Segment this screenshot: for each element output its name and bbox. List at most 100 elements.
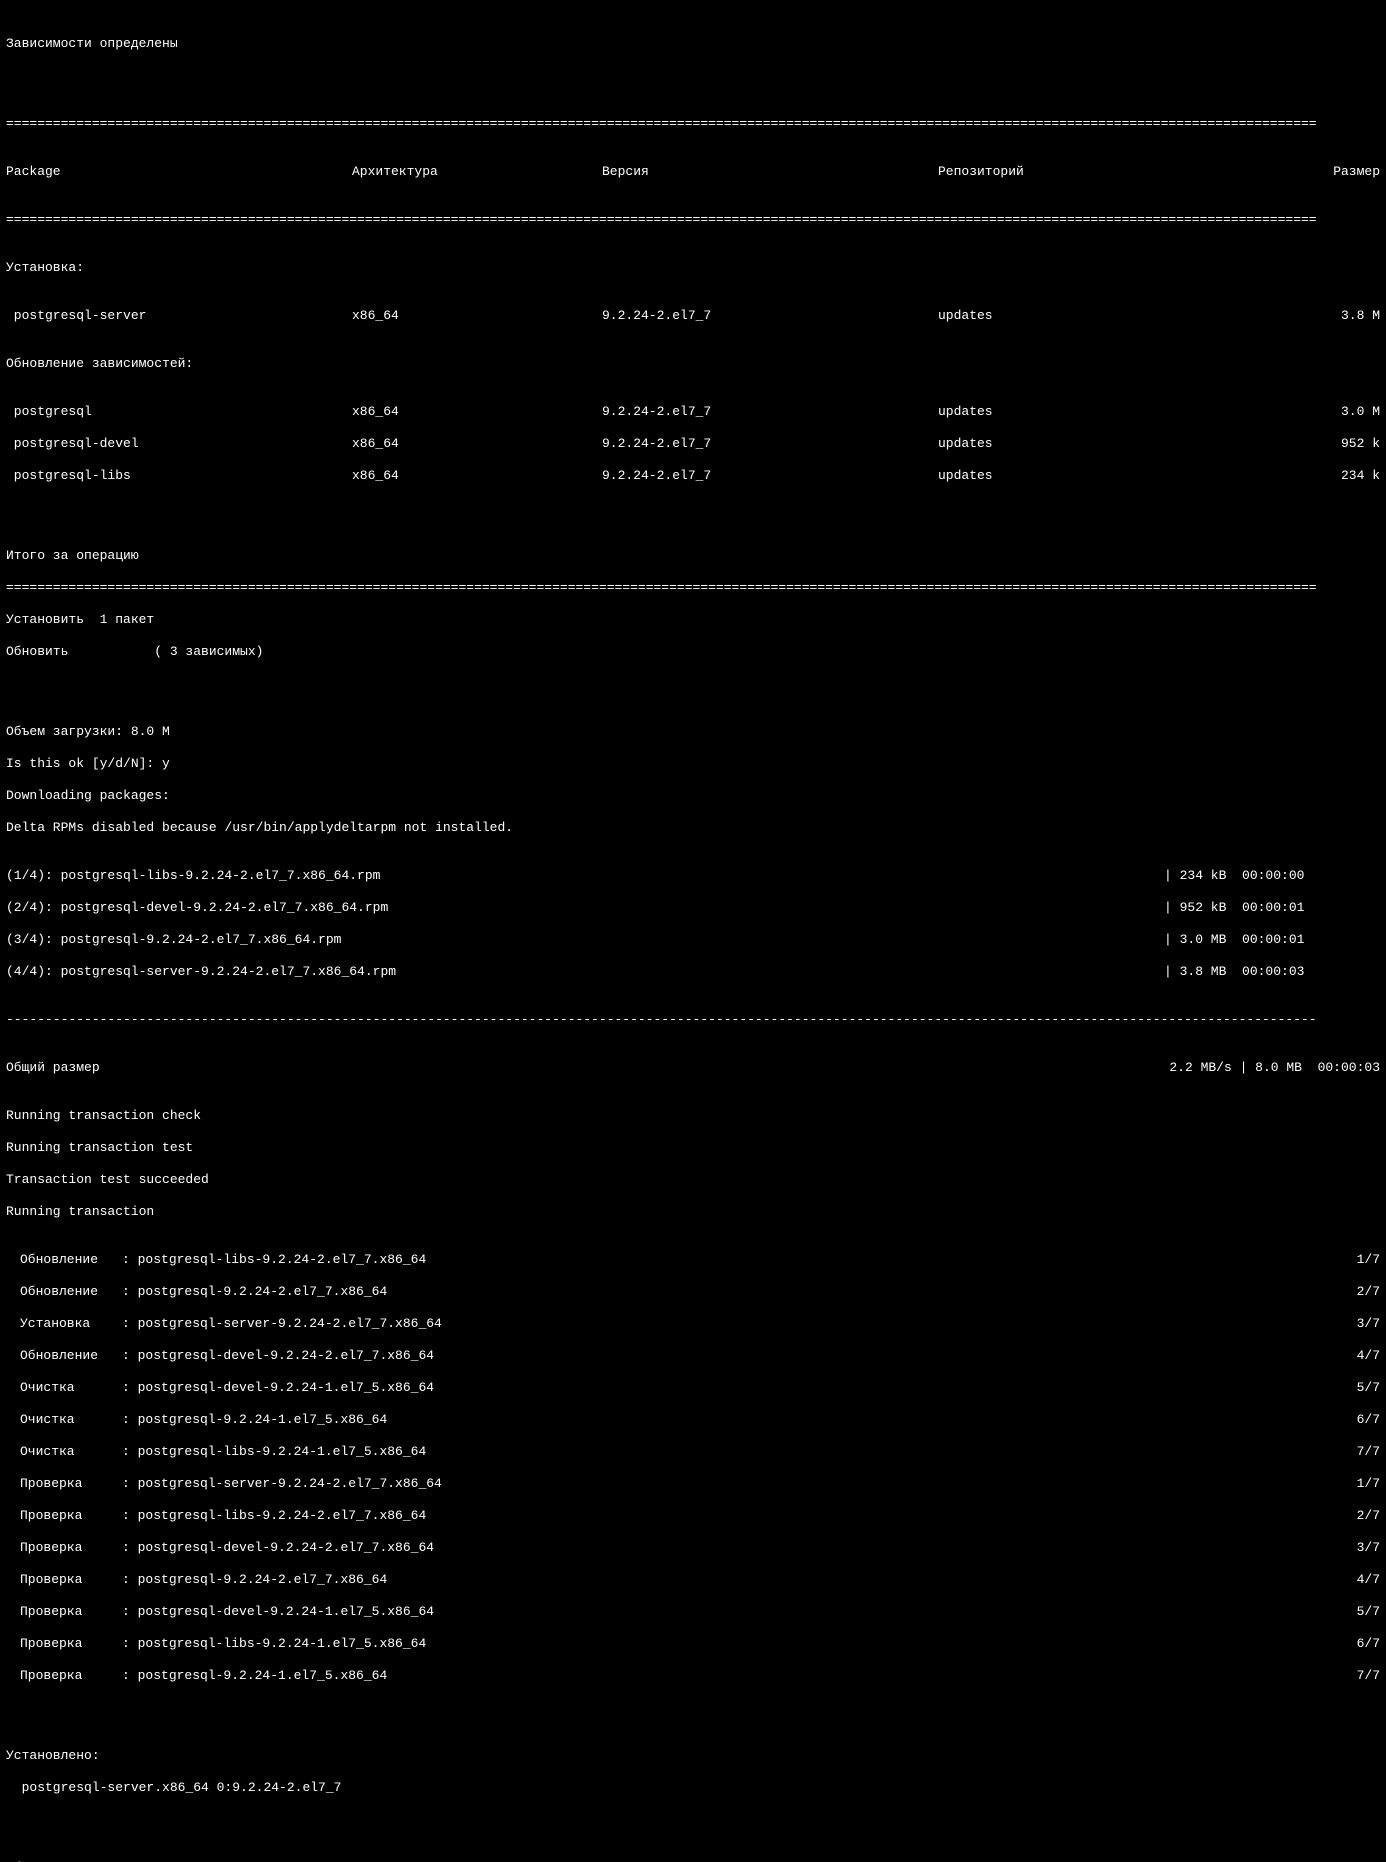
table-header-size: Размер: [1322, 164, 1380, 180]
download-row: (1/4): postgresql-libs-9.2.24-2.el7_7.x8…: [6, 868, 1380, 884]
step-pkg: postgresql-libs-9.2.24-2.el7_7.x86_64: [138, 1508, 1344, 1524]
cell-size: 952 k: [1322, 436, 1380, 452]
transaction-step-row: Очистка: postgresql-devel-9.2.24-1.el7_5…: [6, 1380, 1380, 1396]
cell-pkg: postgresql-server: [6, 308, 352, 324]
download-stats: | 234 kB 00:00:00: [1164, 868, 1380, 884]
step-action: Очистка: [6, 1444, 122, 1460]
download-stats: | 952 kB 00:00:01: [1164, 900, 1380, 916]
separator-dash: ----------------------------------------…: [6, 1012, 1380, 1028]
step-pkg: postgresql-devel-9.2.24-2.el7_7.x86_64: [138, 1348, 1344, 1364]
download-file: (2/4): postgresql-devel-9.2.24-2.el7_7.x…: [6, 900, 1164, 916]
download-row: (2/4): postgresql-devel-9.2.24-2.el7_7.x…: [6, 900, 1380, 916]
step-pkg: postgresql-9.2.24-2.el7_7.x86_64: [138, 1572, 1344, 1588]
download-row: (3/4): postgresql-9.2.24-2.el7_7.x86_64.…: [6, 932, 1380, 948]
transaction-step-row: Проверка: postgresql-9.2.24-2.el7_7.x86_…: [6, 1572, 1380, 1588]
installed-line: postgresql-server.x86_64 0:9.2.24-2.el7_…: [6, 1780, 1380, 1796]
step-pkg: postgresql-devel-9.2.24-1.el7_5.x86_64: [138, 1380, 1344, 1396]
install-summary: Установить 1 пакет: [6, 612, 1380, 628]
table-header-package: Package: [6, 164, 352, 180]
cell-pkg: postgresql-devel: [6, 436, 352, 452]
transaction-step-row: Очистка: postgresql-libs-9.2.24-1.el7_5.…: [6, 1444, 1380, 1460]
step-pkg: postgresql-server-9.2.24-2.el7_7.x86_64: [138, 1476, 1344, 1492]
cell-repo: updates: [938, 308, 1322, 324]
step-count: 6/7: [1344, 1412, 1380, 1428]
confirm-prompt: Is this ok [y/d/N]: y: [6, 756, 1380, 772]
cell-ver: 9.2.24-2.el7_7: [602, 404, 938, 420]
step-count: 7/7: [1344, 1668, 1380, 1684]
update-summary: Обновить ( 3 зависимых): [6, 644, 1380, 660]
step-action: Обновление: [6, 1284, 122, 1300]
step-count: 3/7: [1344, 1540, 1380, 1556]
cell-arch: x86_64: [352, 436, 602, 452]
blank-line: [6, 1716, 1380, 1732]
step-action: Проверка: [6, 1572, 122, 1588]
transaction-step-row: Проверка: postgresql-9.2.24-1.el7_5.x86_…: [6, 1668, 1380, 1684]
step-count: 1/7: [1344, 1252, 1380, 1268]
transaction-test: Running transaction test: [6, 1140, 1380, 1156]
transaction-step-row: Проверка: postgresql-libs-9.2.24-2.el7_7…: [6, 1508, 1380, 1524]
step-count: 1/7: [1344, 1476, 1380, 1492]
blank-line: [6, 68, 1380, 84]
transaction-test-succeeded: Transaction test succeeded: [6, 1172, 1380, 1188]
transaction-step-row: Проверка: postgresql-devel-9.2.24-2.el7_…: [6, 1540, 1380, 1556]
step-pkg: postgresql-devel-9.2.24-2.el7_7.x86_64: [138, 1540, 1344, 1556]
step-action: Проверка: [6, 1636, 122, 1652]
step-action: Обновление: [6, 1348, 122, 1364]
step-action: Проверка: [6, 1476, 122, 1492]
step-pkg: postgresql-server-9.2.24-2.el7_7.x86_64: [138, 1316, 1344, 1332]
step-pkg: postgresql-devel-9.2.24-1.el7_5.x86_64: [138, 1604, 1344, 1620]
step-count: 5/7: [1344, 1604, 1380, 1620]
table-header-repo: Репозиторий: [938, 164, 1322, 180]
step-pkg: postgresql-libs-9.2.24-2.el7_7.x86_64: [138, 1252, 1344, 1268]
depupdated-label: Обновлены зависимости:: [6, 1860, 1380, 1862]
step-action: Очистка: [6, 1380, 122, 1396]
table-header-version: Версия: [602, 164, 938, 180]
blank-line: [6, 692, 1380, 708]
transaction-step-row: Проверка: postgresql-libs-9.2.24-1.el7_5…: [6, 1636, 1380, 1652]
blank-line: [6, 1828, 1380, 1844]
terminal-output[interactable]: Зависимости определены =================…: [0, 0, 1386, 1862]
totals-label: Общий размер: [6, 1060, 1080, 1076]
step-count: 2/7: [1344, 1508, 1380, 1524]
step-action: Установка: [6, 1316, 122, 1332]
download-row: (4/4): postgresql-server-9.2.24-2.el7_7.…: [6, 964, 1380, 980]
blank-line: [6, 516, 1380, 532]
cell-ver: 9.2.24-2.el7_7: [602, 468, 938, 484]
cell-repo: updates: [938, 404, 1322, 420]
step-pkg: postgresql-9.2.24-2.el7_7.x86_64: [138, 1284, 1344, 1300]
step-count: 4/7: [1344, 1348, 1380, 1364]
step-count: 2/7: [1344, 1284, 1380, 1300]
totals-stats: 2.2 MB/s | 8.0 MB 00:00:03: [1080, 1060, 1380, 1076]
step-pkg: postgresql-9.2.24-1.el7_5.x86_64: [138, 1668, 1344, 1684]
step-count: 5/7: [1344, 1380, 1380, 1396]
step-pkg: postgresql-libs-9.2.24-1.el7_5.x86_64: [138, 1636, 1344, 1652]
table-row: postgresql-devel x86_64 9.2.24-2.el7_7 u…: [6, 436, 1380, 452]
running-transaction: Running transaction: [6, 1204, 1380, 1220]
transaction-step-row: Проверка: postgresql-devel-9.2.24-1.el7_…: [6, 1604, 1380, 1620]
step-pkg: postgresql-libs-9.2.24-1.el7_5.x86_64: [138, 1444, 1344, 1460]
cell-pkg: postgresql: [6, 404, 352, 420]
table-row: postgresql-server x86_64 9.2.24-2.el7_7 …: [6, 308, 1380, 324]
depupdate-section-label: Обновление зависимостей:: [6, 356, 1380, 372]
cell-pkg: postgresql-libs: [6, 468, 352, 484]
cell-repo: updates: [938, 468, 1322, 484]
cell-arch: x86_64: [352, 308, 602, 324]
separator-eq: ========================================…: [6, 580, 1380, 596]
cell-arch: x86_64: [352, 404, 602, 420]
download-file: (1/4): postgresql-libs-9.2.24-2.el7_7.x8…: [6, 868, 1164, 884]
download-file: (4/4): postgresql-server-9.2.24-2.el7_7.…: [6, 964, 1164, 980]
transaction-step-row: Очистка: postgresql-9.2.24-1.el7_5.x86_6…: [6, 1412, 1380, 1428]
step-action: Проверка: [6, 1604, 122, 1620]
step-count: 4/7: [1344, 1572, 1380, 1588]
cell-arch: x86_64: [352, 468, 602, 484]
step-action: Проверка: [6, 1668, 122, 1684]
separator-eq: ========================================…: [6, 116, 1380, 132]
step-pkg: postgresql-9.2.24-1.el7_5.x86_64: [138, 1412, 1344, 1428]
install-section-label: Установка:: [6, 260, 1380, 276]
installed-label: Установлено:: [6, 1748, 1380, 1764]
step-action: Проверка: [6, 1540, 122, 1556]
step-action: Очистка: [6, 1412, 122, 1428]
downloading-label: Downloading packages:: [6, 788, 1380, 804]
cell-size: 234 k: [1322, 468, 1380, 484]
step-action: Обновление: [6, 1252, 122, 1268]
